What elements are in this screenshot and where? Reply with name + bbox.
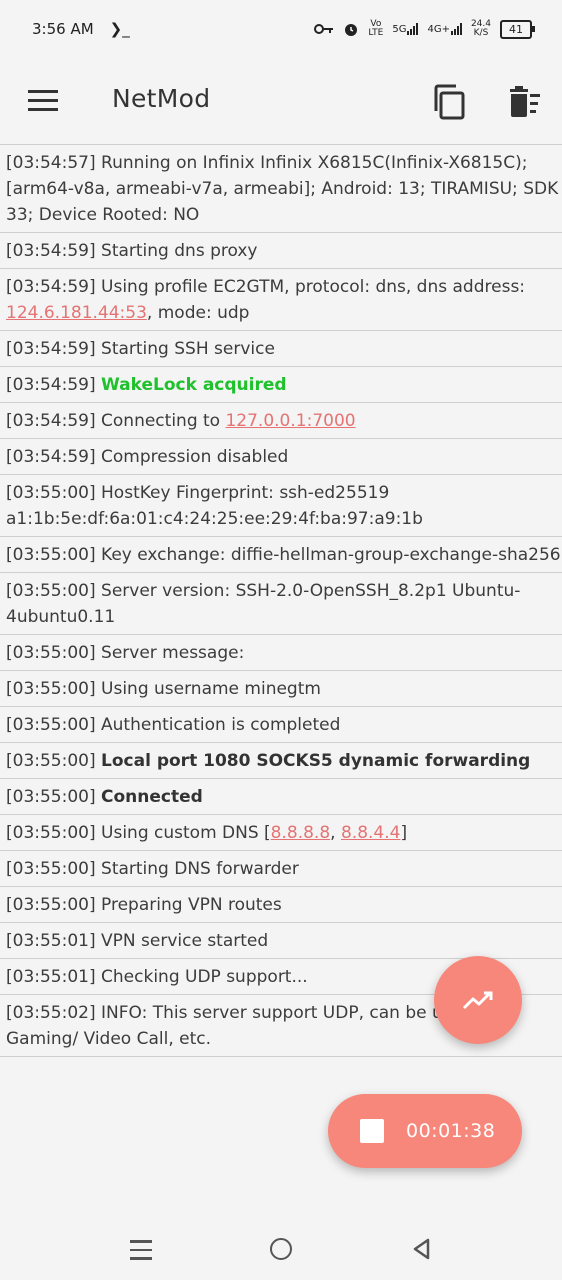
volte-indicator: Vo LTE <box>368 20 383 38</box>
log-bold-text: Local port 1080 SOCKS5 dynamic forwardin… <box>101 751 531 771</box>
network-1: 5G <box>392 23 419 35</box>
log-timestamp: [03:54:59] <box>6 411 96 431</box>
stop-timer-button[interactable]: 00:01:38 <box>328 1094 522 1168</box>
log-row: [03:54:59] WakeLock acquired <box>0 367 562 403</box>
hamburger-menu-icon[interactable] <box>28 90 58 112</box>
battery-icon: 41 <box>500 19 535 39</box>
log-message: Connecting to <box>95 411 226 431</box>
stop-icon <box>360 1119 384 1143</box>
network-2: 4G+ <box>427 23 462 35</box>
elapsed-timer: 00:01:38 <box>406 1120 496 1142</box>
app-bar: NetMod <box>0 58 562 144</box>
log-timestamp: [03:55:00] <box>6 859 96 879</box>
log-timestamp: [03:55:00] <box>6 679 96 699</box>
graph-button[interactable] <box>434 956 522 1044</box>
trending-up-icon <box>462 991 493 1010</box>
log-row: [03:54:57] Running on Infinix Infinix X6… <box>0 145 562 233</box>
system-nav-bar <box>0 1212 562 1280</box>
net-speed-unit: K/S <box>473 28 489 38</box>
recents-icon[interactable] <box>130 1240 152 1266</box>
log-timestamp: [03:54:59] <box>6 339 96 359</box>
log-row: [03:55:00] HostKey Fingerprint: ssh-ed25… <box>0 475 562 537</box>
log-row: [03:54:59] Connecting to 127.0.0.1:7000 <box>0 403 562 439</box>
log-row: [03:55:00] Starting DNS forwarder <box>0 851 562 887</box>
log-timestamp: [03:54:57] <box>6 153 96 173</box>
log-row: [03:55:00] Connected <box>0 779 562 815</box>
log-row: [03:55:00] Local port 1080 SOCKS5 dynami… <box>0 743 562 779</box>
log-row: [03:55:00] Preparing VPN routes <box>0 887 562 923</box>
page-title: NetMod <box>112 84 211 113</box>
back-icon[interactable] <box>412 1238 432 1260</box>
status-right: Vo LTE 5G 4G+ 24.4 K/S 41 <box>314 19 535 39</box>
delete-sweep-icon[interactable] <box>508 86 542 118</box>
status-bar: 3:56 AM ❯_ Vo LTE 5G 4G+ 24.4 K/S 41 <box>0 0 562 58</box>
log-row: [03:55:00] Server message: <box>0 635 562 671</box>
volte-bottom: LTE <box>368 28 384 38</box>
log-message: , mode: udp <box>146 303 250 323</box>
log-timestamp: [03:54:59] <box>6 241 96 261</box>
log-timestamp: [03:54:59] <box>6 277 96 297</box>
log-message: Using username minegtm <box>95 679 321 699</box>
log-message: Starting dns proxy <box>95 241 258 261</box>
log-message: Using custom DNS [ <box>95 823 271 843</box>
status-time: 3:56 AM <box>32 20 94 38</box>
signal-2-icon <box>450 23 462 35</box>
log-timestamp: [03:55:00] <box>6 787 96 807</box>
log-message: Compression disabled <box>95 447 289 467</box>
copy-icon[interactable] <box>432 84 466 120</box>
log-list[interactable]: [03:54:57] Running on Infinix Infinix X6… <box>0 144 562 1057</box>
log-timestamp: [03:55:00] <box>6 545 96 565</box>
log-timestamp: [03:55:00] <box>6 895 96 915</box>
log-message: Authentication is completed <box>95 715 341 735</box>
log-message: Key exchange: diffie-hellman-group-excha… <box>95 545 561 565</box>
log-timestamp: [03:55:00] <box>6 581 96 601</box>
log-timestamp: [03:55:00] <box>6 751 96 771</box>
log-link[interactable]: 8.8.4.4 <box>341 823 400 843</box>
log-timestamp: [03:55:02] <box>6 1003 96 1023</box>
log-message: Starting SSH service <box>95 339 275 359</box>
log-row: [03:55:00] Server version: SSH-2.0-OpenS… <box>0 573 562 635</box>
log-message: Server message: <box>95 643 245 663</box>
log-row: [03:54:59] Starting dns proxy <box>0 233 562 269</box>
terminal-icon: ❯_ <box>109 20 130 38</box>
signal-1-icon <box>407 23 419 35</box>
log-row: [03:54:59] Using profile EC2GTM, protoco… <box>0 269 562 331</box>
log-timestamp: [03:55:00] <box>6 823 96 843</box>
log-message: VPN service started <box>95 931 269 951</box>
log-message: Checking UDP support... <box>95 967 308 987</box>
status-left: 3:56 AM ❯_ <box>32 20 130 38</box>
log-row: [03:55:01] VPN service started <box>0 923 562 959</box>
log-timestamp: [03:55:01] <box>6 967 96 987</box>
log-message: Preparing VPN routes <box>95 895 282 915</box>
log-timestamp: [03:54:59] <box>6 375 96 395</box>
battery-level: 41 <box>509 22 523 36</box>
key-icon <box>314 24 334 34</box>
network-2-label: 4G+ <box>427 24 450 35</box>
log-row: [03:54:59] Compression disabled <box>0 439 562 475</box>
net-speed: 24.4 K/S <box>471 20 491 38</box>
log-timestamp: [03:55:01] <box>6 931 96 951</box>
log-link[interactable]: 8.8.8.8 <box>271 823 330 843</box>
log-row: [03:55:00] Using custom DNS [8.8.8.8, 8.… <box>0 815 562 851</box>
log-row: [03:55:00] Authentication is completed <box>0 707 562 743</box>
log-timestamp: [03:54:59] <box>6 447 96 467</box>
alarm-icon <box>345 24 358 36</box>
log-message: , <box>330 823 341 843</box>
log-timestamp: [03:55:00] <box>6 483 96 503</box>
log-message: Using profile EC2GTM, protocol: dns, dns… <box>95 277 526 297</box>
log-link[interactable]: 127.0.0.1:7000 <box>225 411 355 431</box>
log-row: [03:54:59] Starting SSH service <box>0 331 562 367</box>
log-message: Starting DNS forwarder <box>95 859 299 879</box>
home-icon[interactable] <box>270 1238 292 1260</box>
log-row: [03:55:00] Key exchange: diffie-hellman-… <box>0 537 562 573</box>
log-link[interactable]: 124.6.181.44:53 <box>6 303 147 323</box>
log-success-text: WakeLock acquired <box>101 375 287 395</box>
log-message: ] <box>400 823 408 843</box>
network-1-label: 5G <box>392 24 407 35</box>
log-row: [03:55:00] Using username minegtm <box>0 671 562 707</box>
log-timestamp: [03:55:00] <box>6 643 96 663</box>
log-bold-text: Connected <box>101 787 203 807</box>
log-timestamp: [03:55:00] <box>6 715 96 735</box>
